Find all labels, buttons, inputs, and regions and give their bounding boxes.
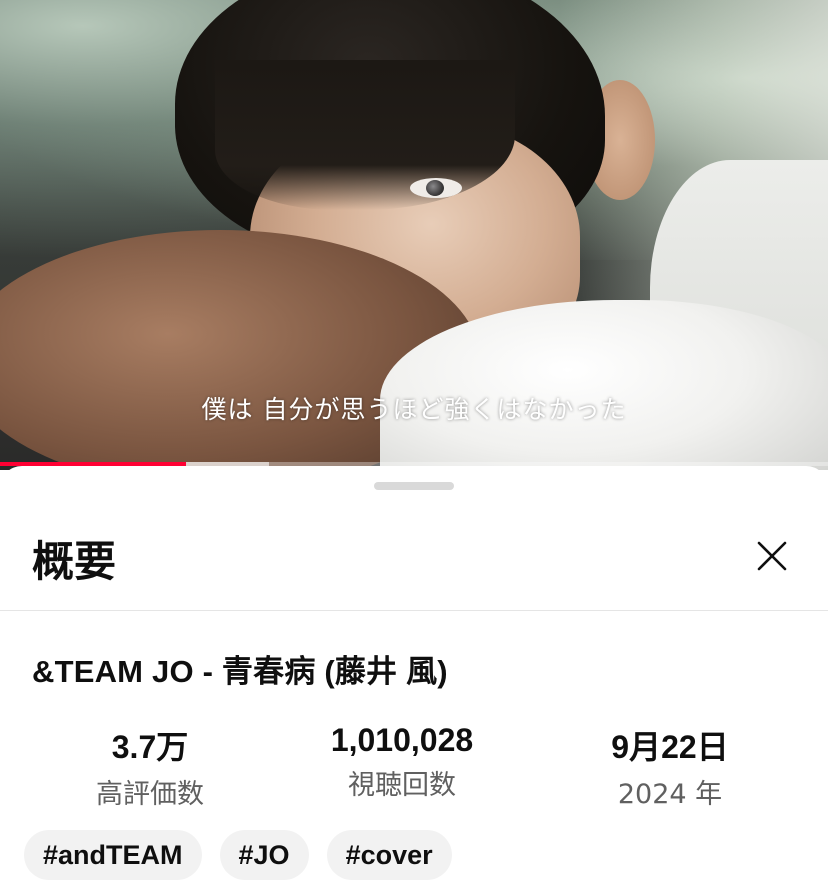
close-button[interactable] xyxy=(748,532,796,580)
stat-likes: 3.7万 高評価数 xyxy=(40,722,260,811)
views-label: 視聴回数 xyxy=(348,770,456,801)
publish-date: 9月22日 xyxy=(611,729,729,765)
video-player[interactable]: 僕は 自分が思うほど強くはなかった xyxy=(0,0,828,470)
video-subtitle: 僕は 自分が思うほど強くはなかった xyxy=(201,395,627,424)
video-frame-fringe xyxy=(215,60,515,210)
sheet-title: 概要 xyxy=(32,537,117,586)
likes-count: 3.7万 xyxy=(111,729,189,765)
stat-date: 9月22日 2024 年 xyxy=(560,722,780,811)
header-divider xyxy=(0,610,828,611)
hashtag-list: #andTEAM #JO #cover xyxy=(24,830,452,884)
stat-views: 1,010,028 視聴回数 xyxy=(292,722,512,802)
close-icon xyxy=(757,541,787,571)
description-sheet: 概要 &TEAM JO - 青春病 (藤井 風) 3.7万 高評価数 1,010… xyxy=(0,466,828,886)
hashtag-chip[interactable]: #andTEAM xyxy=(24,830,202,880)
video-title: &TEAM JO - 青春病 (藤井 風) xyxy=(32,654,448,689)
views-count: 1,010,028 xyxy=(330,722,474,758)
hashtag-chip[interactable]: #JO xyxy=(219,830,309,880)
sheet-drag-handle[interactable] xyxy=(374,482,454,490)
video-frame-eye-right xyxy=(410,178,462,198)
hashtag-chip[interactable]: #cover xyxy=(326,830,452,880)
publish-year: 2024 年 xyxy=(617,779,723,810)
likes-label: 高評価数 xyxy=(96,779,204,810)
video-stats: 3.7万 高評価数 1,010,028 視聴回数 9月22日 2024 年 xyxy=(0,722,828,810)
